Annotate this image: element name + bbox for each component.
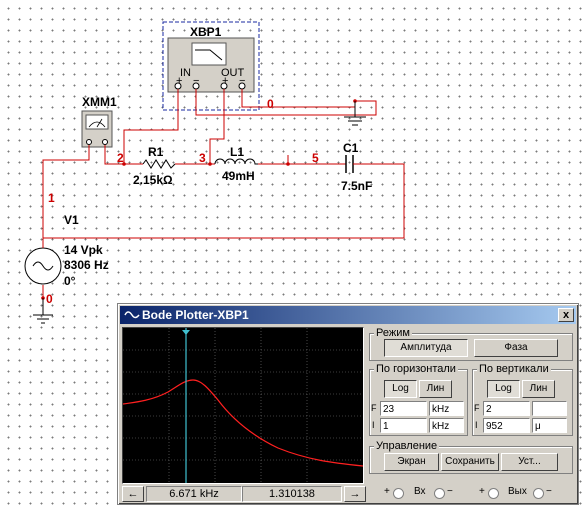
mode-group: Режим Амплитуда Фаза [369, 326, 573, 361]
plot-grid [123, 328, 363, 483]
node-label-2: 2 [117, 151, 124, 165]
screen-button[interactable]: Экран [384, 453, 439, 471]
bode-instrument-name: XBP1 [190, 25, 222, 39]
frequency-readout: 6.671 kHz [146, 486, 242, 502]
ground-symbol-bode [344, 101, 366, 126]
vertical-final-value[interactable]: 2 [483, 401, 530, 416]
horizontal-group-title: По горизонтали [374, 362, 458, 376]
multimeter-terminal-plus [86, 139, 92, 145]
source-v1-amplitude: 14 Vpk [64, 243, 103, 257]
bode-out-minus: − [239, 75, 246, 87]
bode-app-icon [124, 311, 140, 319]
setup-button[interactable]: Уст... [501, 453, 558, 471]
inductor-l1-name: L1 [230, 145, 245, 159]
vertical-group: По вертикали Log Лин F 2 I 952 μ [472, 362, 573, 436]
vertical-final-unit[interactable] [532, 401, 567, 416]
amplitude-button[interactable]: Амплитуда [384, 339, 468, 357]
close-button[interactable]: x [558, 308, 574, 322]
out-minus-label: − [546, 486, 552, 497]
node-label-0-bottom: 0 [46, 292, 53, 306]
resistor-r1 [142, 159, 176, 169]
horizontal-log-button[interactable]: Log [384, 380, 417, 398]
source-v1-phase: 0° [64, 274, 76, 288]
vertical-f-label: F [474, 403, 480, 413]
bode-plot-svg [122, 328, 364, 483]
cursor-marker-icon [182, 330, 190, 335]
horizontal-i-label: I [372, 420, 375, 430]
bode-out-plus: + [222, 75, 229, 87]
horizontal-initial-unit[interactable]: kHz [429, 418, 464, 433]
terminals-row: + Вх − + Вых − [384, 486, 574, 500]
node-label-5: 5 [312, 151, 319, 165]
resistor-r1-value: 2.15kΩ [133, 173, 173, 187]
vertical-lin-button[interactable]: Лин [522, 380, 555, 398]
out-minus-terminal[interactable] [533, 488, 544, 499]
bode-window-title: Bode Plotter-XBP1 [142, 308, 249, 322]
capacitor-c1-value: 7.5nF [341, 179, 373, 193]
source-v1-frequency: 8306 Hz [64, 258, 109, 272]
phase-button[interactable]: Фаза [474, 339, 558, 357]
bode-plot-area[interactable] [122, 327, 364, 484]
in-minus-label: − [447, 486, 453, 497]
horizontal-final-unit[interactable]: kHz [429, 401, 464, 416]
capacitor-c1-name: C1 [343, 141, 359, 155]
capacitor-c1 [345, 155, 354, 173]
source-v1-name: V1 [64, 213, 79, 227]
multimeter-name: XMM1 [82, 95, 117, 109]
inductor-l1 [214, 158, 258, 165]
bode-in-plus: + [176, 75, 183, 87]
out-label: Вых [508, 486, 527, 497]
mode-group-title: Режим [374, 326, 412, 340]
magnitude-curve [122, 379, 364, 467]
horizontal-group: По горизонтали Log Лин F 23 kHz I 1 kHz [369, 362, 468, 436]
out-plus-label: + [479, 486, 485, 497]
in-plus-terminal[interactable] [393, 488, 404, 499]
multimeter-terminal-minus [102, 139, 108, 145]
vertical-initial-value[interactable]: 952 [483, 418, 530, 433]
vertical-i-label: I [475, 420, 478, 430]
controls-group-title: Управление [374, 439, 440, 453]
controls-group: Управление Экран Сохранить Уст... [369, 439, 573, 474]
node-label-3: 3 [199, 151, 206, 165]
readout-bar: ← 6.671 kHz 1.310138 → [122, 486, 366, 502]
horizontal-initial-value[interactable]: 1 [380, 418, 427, 433]
save-button[interactable]: Сохранить [441, 453, 499, 471]
in-minus-terminal[interactable] [434, 488, 445, 499]
node-label-1: 1 [48, 191, 55, 205]
bode-plotter-window: Bode Plotter-XBP1 x ← 6.671 kHz 1.310138… [117, 303, 579, 505]
bode-instrument-screen [191, 42, 227, 66]
node-label-0-top: 0 [267, 97, 274, 111]
resistor-r1-name: R1 [148, 145, 164, 159]
inductor-l1-value: 49mH [222, 169, 255, 183]
horizontal-lin-button[interactable]: Лин [419, 380, 452, 398]
cursor-right-button[interactable]: → [344, 486, 366, 502]
vertical-group-title: По вертикали [477, 362, 551, 376]
bode-titlebar[interactable]: Bode Plotter-XBP1 x [120, 306, 576, 324]
cursor-left-button[interactable]: ← [122, 486, 144, 502]
horizontal-f-label: F [371, 403, 377, 413]
vertical-initial-unit[interactable]: μ [532, 418, 567, 433]
bode-in-minus: − [193, 75, 200, 87]
vertical-log-button[interactable]: Log [487, 380, 520, 398]
magnitude-readout: 1.310138 [242, 486, 342, 502]
in-plus-label: + [384, 486, 390, 497]
horizontal-final-value[interactable]: 23 [380, 401, 427, 416]
out-plus-terminal[interactable] [488, 488, 499, 499]
in-label: Вх [414, 486, 426, 497]
